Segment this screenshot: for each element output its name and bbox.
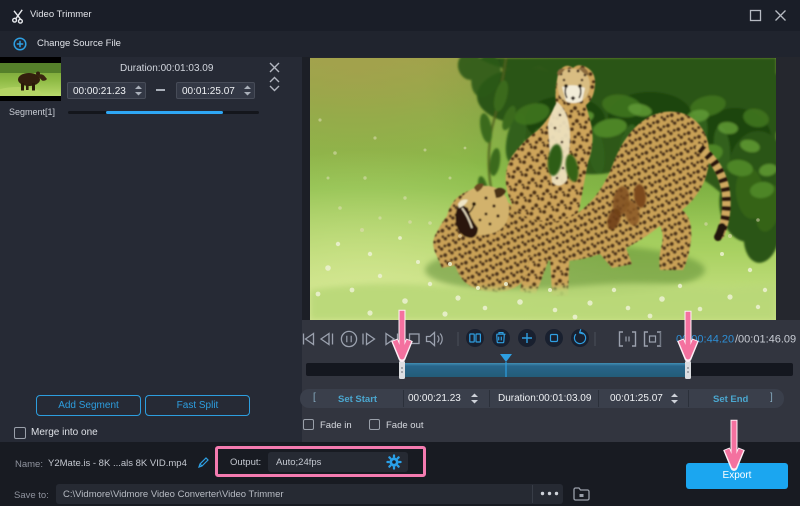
svg-text:00:00:44.20: 00:00:44.20 bbox=[676, 334, 734, 346]
svg-text:/00:01:46.09: /00:01:46.09 bbox=[735, 334, 796, 346]
